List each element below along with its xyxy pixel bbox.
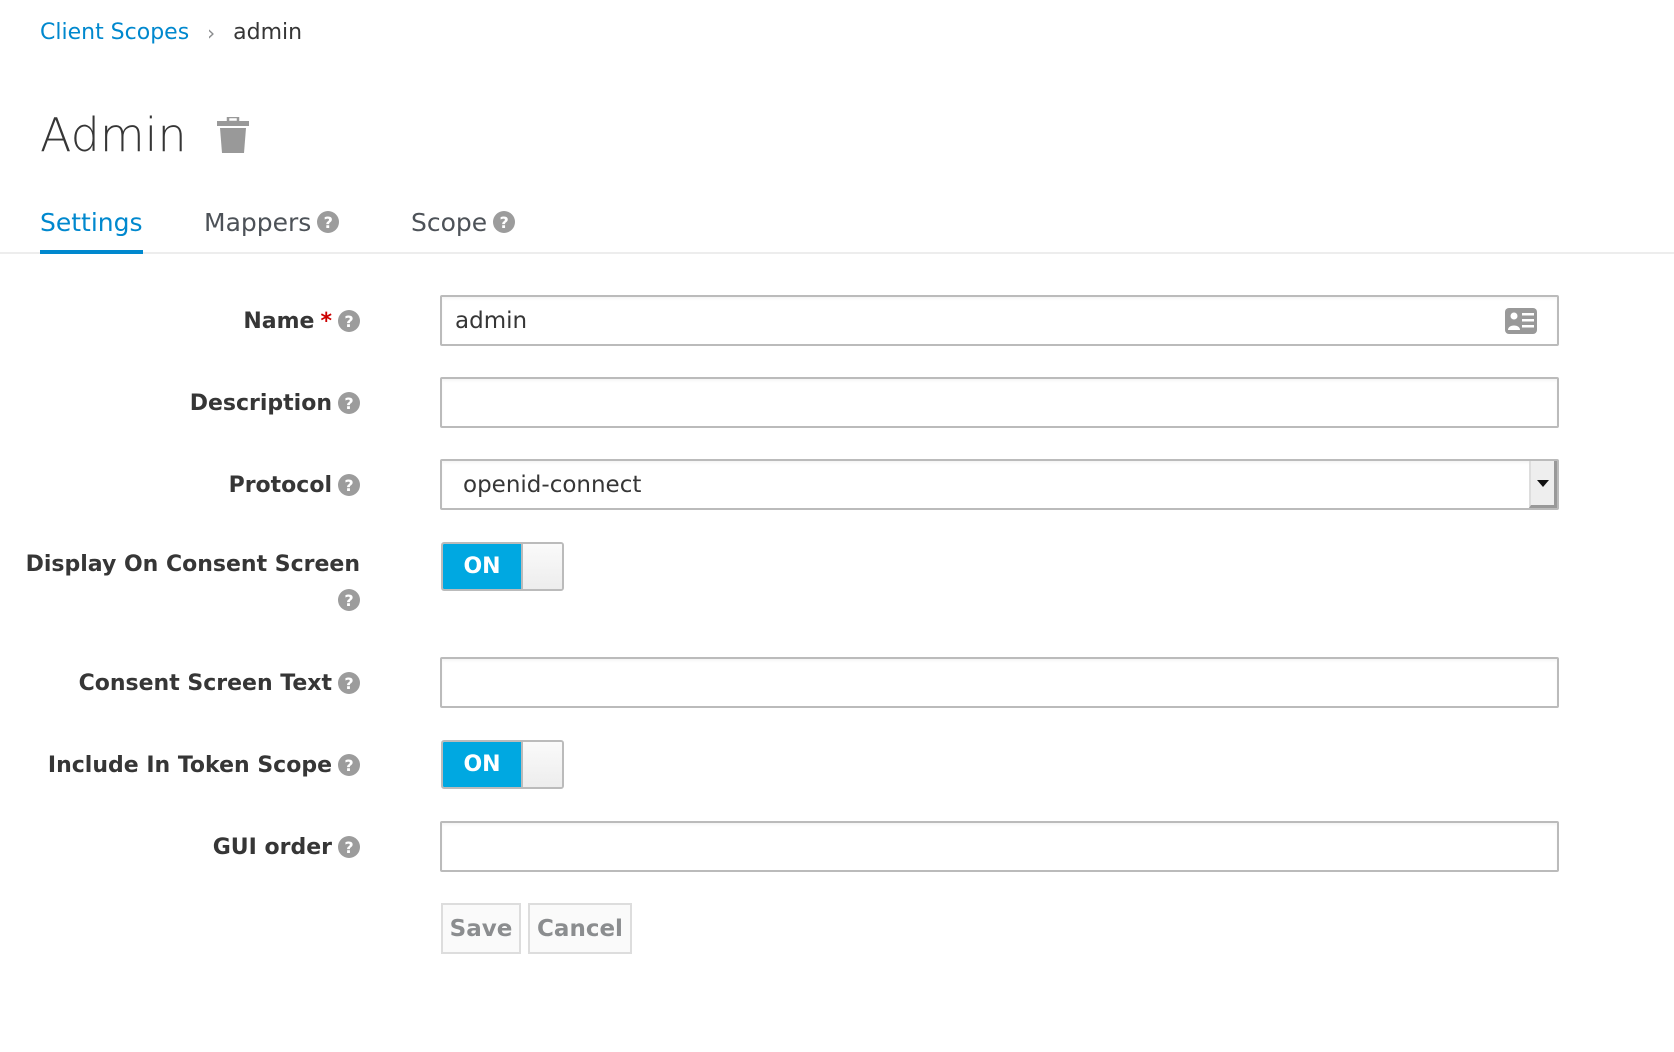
breadcrumb-separator-icon: › (207, 20, 216, 45)
consent-text-label: Consent Screen Text? (79, 668, 360, 698)
help-icon[interactable]: ? (317, 211, 340, 233)
chevron-down-icon[interactable] (1529, 461, 1557, 508)
tab-mappers[interactable]: Mappers? (204, 200, 340, 244)
gui-order-label: GUI order? (213, 832, 360, 862)
contact-card-icon[interactable] (1505, 308, 1537, 340)
save-button[interactable]: Save (441, 903, 521, 954)
gui-order-label-text: GUI order (212, 834, 332, 860)
help-icon[interactable]: ? (338, 392, 360, 414)
page-header: Admin (40, 108, 249, 162)
breadcrumb-current: admin (233, 20, 303, 45)
name-label-text: Name (243, 308, 315, 334)
protocol-select-value: openid-connect (463, 471, 642, 498)
tab-scope-label: Scope (411, 207, 488, 237)
cancel-button[interactable]: Cancel (528, 903, 632, 954)
toggle-on-label: ON (443, 742, 521, 787)
consent-text-label-text: Consent Screen Text (78, 670, 332, 696)
name-input[interactable]: admin (440, 295, 1559, 346)
tab-settings-label: Settings (40, 207, 143, 237)
description-input[interactable] (440, 377, 1559, 428)
toggle-knob[interactable] (521, 742, 562, 787)
display-on-consent-toggle[interactable]: ON (441, 542, 564, 591)
required-mark: * (320, 308, 332, 334)
toggle-knob[interactable] (521, 544, 562, 589)
help-icon[interactable]: ? (338, 672, 360, 694)
tab-settings[interactable]: Settings (40, 200, 143, 254)
toggle-on-label: ON (443, 544, 521, 589)
include-token-scope-label-text: Include In Token Scope (47, 752, 332, 778)
include-token-scope-label: Include In Token Scope? (48, 750, 360, 780)
breadcrumb-client-scopes-link[interactable]: Client Scopes (40, 20, 189, 45)
help-icon[interactable]: ? (338, 589, 360, 611)
description-label: Description? (190, 388, 360, 418)
help-icon[interactable]: ? (338, 836, 360, 858)
breadcrumb: Client Scopes › admin (40, 20, 302, 45)
protocol-label: Protocol? (229, 470, 360, 500)
page-title: Admin (40, 108, 187, 162)
description-label-text: Description (189, 390, 332, 416)
display-on-consent-label: Display On Consent Screen? (26, 552, 360, 611)
protocol-select[interactable]: openid-connect (440, 459, 1559, 510)
help-icon[interactable]: ? (338, 310, 360, 332)
include-token-scope-toggle[interactable]: ON (441, 740, 564, 789)
name-label: Name *? (243, 306, 360, 336)
protocol-label-text: Protocol (228, 472, 332, 498)
help-icon[interactable]: ? (338, 754, 360, 776)
consent-text-input[interactable] (440, 657, 1559, 708)
display-on-consent-label-text: Display On Consent Screen (25, 552, 360, 577)
tab-scope[interactable]: Scope? (411, 200, 516, 244)
tab-bar: Settings Mappers? Scope? (0, 196, 1674, 254)
tab-mappers-label: Mappers (204, 207, 312, 237)
name-input-value: admin (455, 307, 528, 334)
help-icon[interactable]: ? (493, 211, 516, 233)
help-icon[interactable]: ? (338, 474, 360, 496)
trash-icon[interactable] (216, 115, 249, 153)
gui-order-input[interactable] (440, 821, 1559, 872)
